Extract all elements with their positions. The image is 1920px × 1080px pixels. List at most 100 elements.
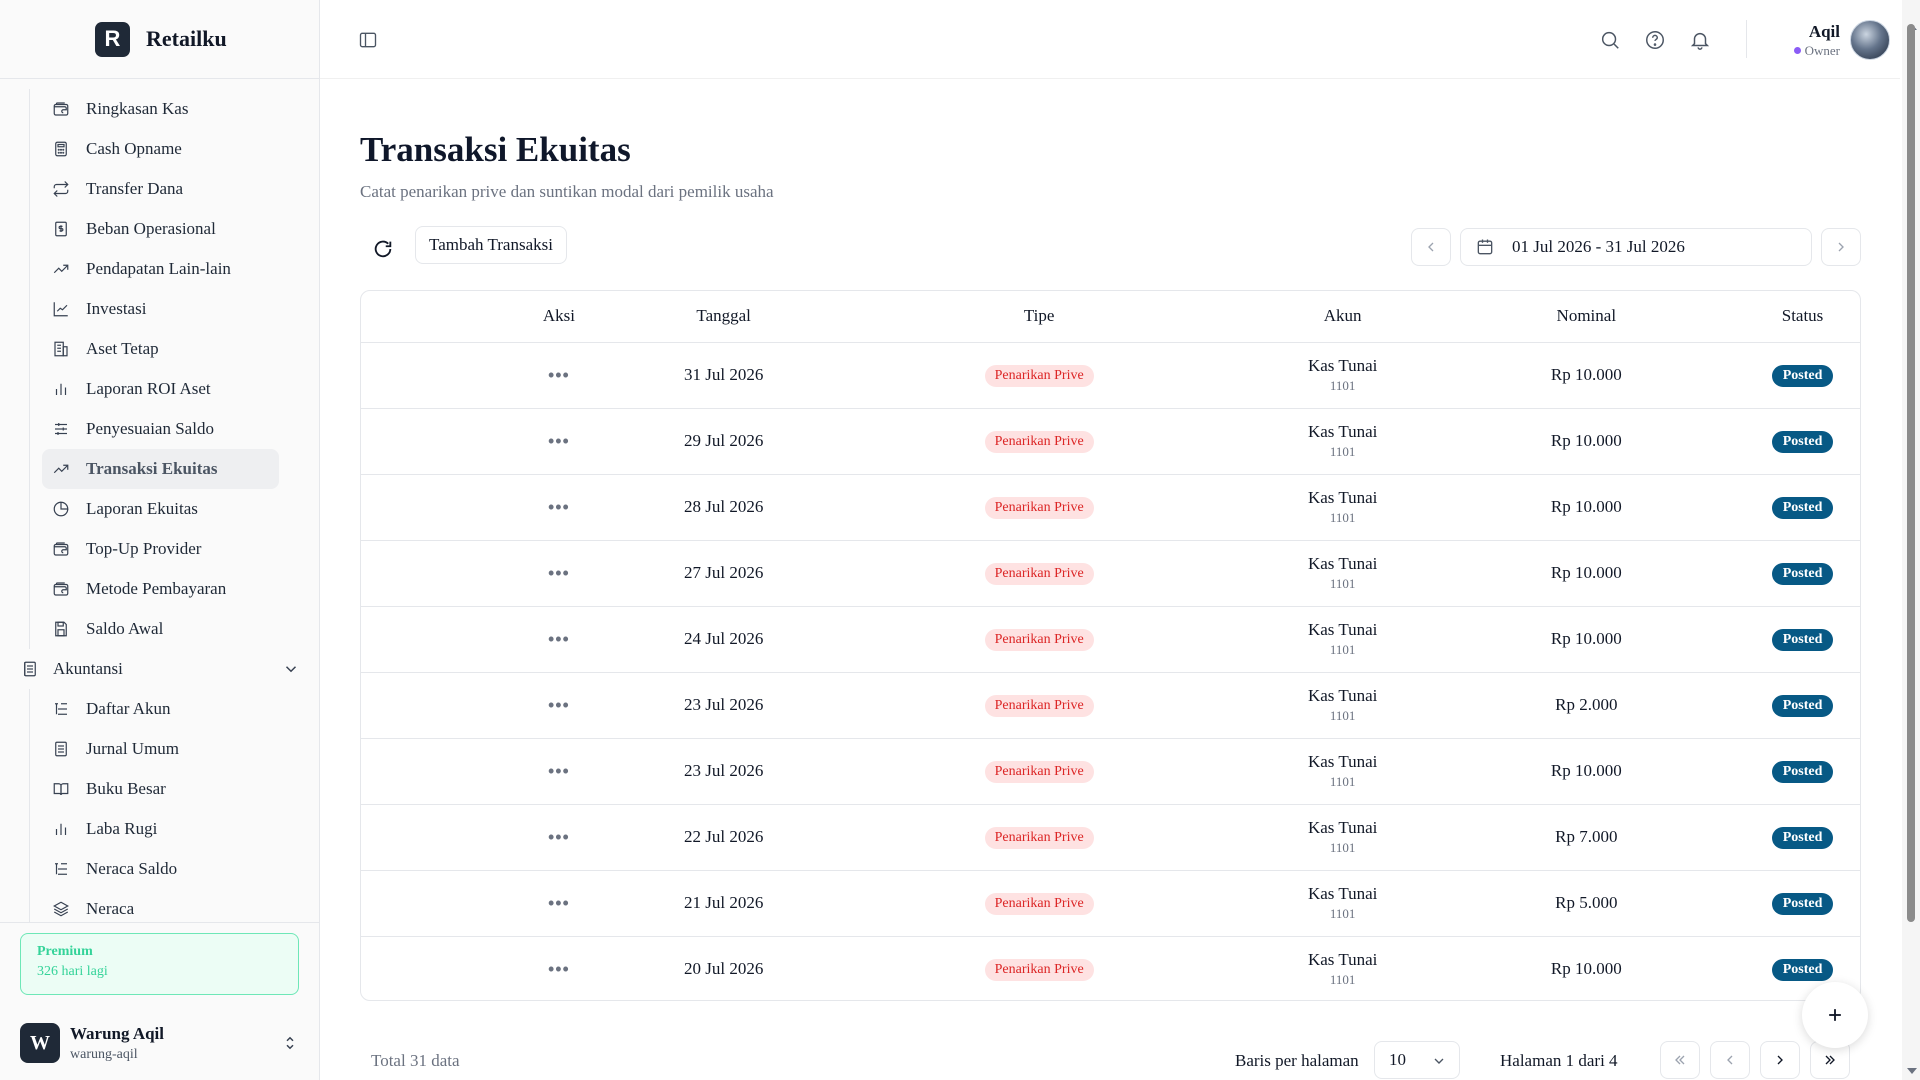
table-row[interactable]: ••• 27 Jul 2026 Penarikan Prive Kas Tunai 11…	[361, 540, 1860, 606]
bell-icon[interactable]	[1689, 29, 1711, 51]
account-code: 1101	[1329, 576, 1356, 591]
status-badge: Posted	[1771, 892, 1834, 915]
scroll-down-arrow[interactable]	[1907, 1068, 1917, 1074]
add-fab-button[interactable]	[1802, 982, 1868, 1048]
row-actions-menu-icon[interactable]: •••	[542, 891, 576, 916]
date-range-picker[interactable]: 01 Jul 2026 - 31 Jul 2026	[1460, 228, 1812, 266]
type-badge: Penarikan Prive	[984, 892, 1094, 915]
row-actions-menu-icon[interactable]: •••	[542, 825, 576, 850]
table-row[interactable]: ••• 22 Jul 2026 Penarikan Prive Kas Tunai 11…	[361, 804, 1860, 870]
user-role-label: Owner	[1804, 42, 1840, 58]
table-row[interactable]: ••• 31 Jul 2026 Penarikan Prive Kas Tunai 11…	[361, 342, 1860, 408]
sidebar-group-akuntansi[interactable]: Akuntansi	[0, 649, 300, 689]
table-row[interactable]: ••• 24 Jul 2026 Penarikan Prive Kas Tunai 11…	[361, 606, 1860, 672]
sidebar-item-neraca-saldo[interactable]: Neraca Saldo	[42, 849, 279, 889]
column-header-tipe[interactable]: Tipe	[820, 291, 1258, 343]
cell-tipe: Penarikan Prive	[821, 408, 1258, 474]
cell-aksi: •••	[361, 672, 627, 738]
trending-up-icon	[51, 459, 71, 479]
sidebar-item-pendapatan-lain-lain[interactable]: Pendapatan Lain-lain	[42, 249, 279, 289]
next-page-button[interactable]	[1760, 1041, 1800, 1079]
sidebar-item-penyesuaian-saldo[interactable]: Penyesuaian Saldo	[42, 409, 279, 449]
sidebar-item-jurnal-umum[interactable]: Jurnal Umum	[42, 729, 279, 769]
cell-aksi: •••	[361, 540, 627, 606]
column-header-akun[interactable]: Akun	[1257, 291, 1428, 343]
status-badge: Posted	[1771, 694, 1834, 717]
cell-status: Posted	[1745, 342, 1860, 408]
table-row[interactable]: ••• 21 Jul 2026 Penarikan Prive Kas Tunai 11…	[361, 870, 1860, 936]
chevrons-up-down-icon	[281, 1034, 299, 1052]
sidebar-item-label: Daftar Akun	[86, 699, 171, 718]
column-header-status[interactable]: Status	[1745, 291, 1860, 343]
first-page-button[interactable]	[1660, 1041, 1700, 1079]
column-header-nominal[interactable]: Nominal	[1427, 291, 1746, 343]
sidebar-item-saldo-awal[interactable]: Saldo Awal	[42, 609, 279, 649]
sidebar-item-transfer-dana[interactable]: Transfer Dana	[42, 169, 279, 209]
sidebar-item-laporan-ekuitas[interactable]: Laporan Ekuitas	[42, 489, 279, 529]
sidebar-item-transaksi-ekuitas[interactable]: Transaksi Ekuitas	[42, 449, 279, 489]
page-scrollbar[interactable]	[1902, 0, 1920, 1080]
table-row[interactable]: ••• 20 Jul 2026 Penarikan Prive Kas Tunai 11…	[361, 936, 1860, 1000]
bar-chart-icon	[51, 379, 71, 399]
scroll-thumb[interactable]	[1907, 24, 1915, 922]
help-icon[interactable]	[1644, 29, 1666, 51]
sidebar-item-beban-operasional[interactable]: Beban Operasional	[42, 209, 279, 249]
cell-nominal: Rp 10.000	[1550, 431, 1622, 450]
sidebar-item-label: Ringkasan Kas	[86, 99, 189, 118]
row-actions-menu-icon[interactable]: •••	[542, 957, 576, 982]
sidebar-item-cash-opname[interactable]: Cash Opname	[42, 129, 279, 169]
brand[interactable]: R Retailku	[0, 0, 319, 79]
search-icon[interactable]	[1599, 29, 1621, 51]
row-actions-menu-icon[interactable]: •••	[542, 759, 576, 784]
table-row[interactable]: ••• 28 Jul 2026 Penarikan Prive Kas Tunai 11…	[361, 474, 1860, 540]
column-header-tanggal[interactable]: Tanggal	[626, 291, 821, 343]
trending-up-icon	[51, 259, 71, 279]
cell-tanggal: 24 Jul 2026	[683, 629, 764, 648]
user-menu[interactable]: Aqil Owner	[1760, 18, 1890, 62]
table-row[interactable]: ••• 23 Jul 2026 Penarikan Prive Kas Tunai 11…	[361, 672, 1860, 738]
date-prev-button[interactable]	[1411, 228, 1451, 266]
date-next-button[interactable]	[1821, 228, 1861, 266]
status-badge: Posted	[1771, 628, 1834, 651]
account-name: Kas Tunai	[1307, 422, 1378, 441]
account-name: Kas Tunai	[1307, 488, 1378, 507]
row-actions-menu-icon[interactable]: •••	[542, 363, 576, 388]
prev-page-button[interactable]	[1710, 1041, 1750, 1079]
sidebar-item-metode-pembayaran[interactable]: Metode Pembayaran	[42, 569, 279, 609]
sidebar-item-label: Penyesuaian Saldo	[86, 419, 214, 438]
sidebar-item-aset-tetap[interactable]: Aset Tetap	[42, 329, 279, 369]
row-actions-menu-icon[interactable]: •••	[542, 627, 576, 652]
chevron-right-icon	[1838, 242, 1844, 252]
sidebar-item-ringkasan-kas[interactable]: Ringkasan Kas	[42, 89, 279, 129]
sidebar-item-daftar-akun[interactable]: Daftar Akun	[42, 689, 279, 729]
sidebar-item-investasi[interactable]: Investasi	[42, 289, 279, 329]
cell-aksi: •••	[361, 342, 627, 408]
premium-badge[interactable]: Premium 326 hari lagi	[20, 933, 299, 995]
sidebar-item-laba-rugi[interactable]: Laba Rugi	[42, 809, 279, 849]
sidebar-toggle-icon[interactable]	[358, 30, 378, 50]
row-actions-menu-icon[interactable]: •••	[542, 495, 576, 520]
sidebar-item-buku-besar[interactable]: Buku Besar	[42, 769, 279, 809]
cell-aksi: •••	[361, 408, 627, 474]
cell-tipe: Penarikan Prive	[821, 342, 1258, 408]
refresh-button[interactable]	[368, 234, 398, 264]
cell-tanggal: 29 Jul 2026	[683, 431, 764, 450]
type-badge: Penarikan Prive	[984, 562, 1094, 585]
rows-per-page-select[interactable]: 10	[1374, 1041, 1460, 1079]
sidebar-item-label: Aset Tetap	[86, 339, 159, 358]
status-badge: Posted	[1771, 496, 1834, 519]
sidebar-item-laporan-roi-aset[interactable]: Laporan ROI Aset	[42, 369, 279, 409]
table-row[interactable]: ••• 23 Jul 2026 Penarikan Prive Kas Tunai 11…	[361, 738, 1860, 804]
row-actions-menu-icon[interactable]: •••	[542, 429, 576, 454]
date-range-label: 01 Jul 2026 - 31 Jul 2026	[1512, 237, 1685, 256]
sidebar-item-top-up-provider[interactable]: Top-Up Provider	[42, 529, 279, 569]
row-actions-menu-icon[interactable]: •••	[542, 693, 576, 718]
table-row[interactable]: ••• 29 Jul 2026 Penarikan Prive Kas Tunai 11…	[361, 408, 1860, 474]
add-transaction-button[interactable]: Tambah Transaksi	[415, 226, 567, 264]
store-switcher[interactable]: W Warung Aqil warung-aqil	[20, 1021, 299, 1065]
line-chart-icon	[51, 299, 71, 319]
row-actions-menu-icon[interactable]: •••	[542, 561, 576, 586]
status-badge: Posted	[1771, 958, 1834, 981]
cell-nominal: Rp 7.000	[1555, 827, 1618, 846]
chevron-down-icon	[282, 660, 300, 678]
